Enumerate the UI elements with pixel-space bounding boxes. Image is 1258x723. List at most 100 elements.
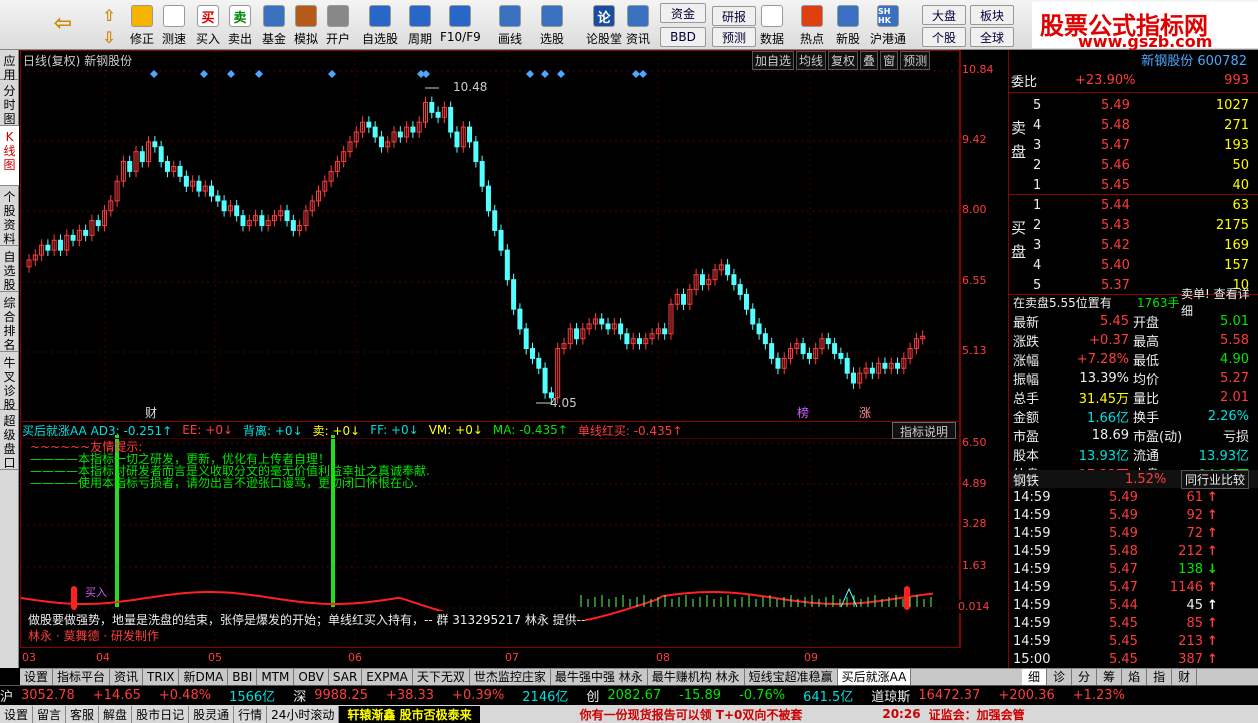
chart-title: 日线(复权) 新钢股份 bbox=[23, 54, 133, 68]
sidebar-tab-label: 分时图 bbox=[3, 84, 16, 126]
bottom-link-0[interactable]: 设置 bbox=[0, 705, 34, 723]
indicator-tab-0[interactable]: 设置 bbox=[20, 669, 54, 685]
indicator-tab-3[interactable]: TRIX bbox=[143, 669, 180, 685]
toolbar-hk-button[interactable]: SH HK 沪港通 bbox=[870, 2, 906, 48]
indicator-tab-15[interactable]: 买后就涨AA bbox=[837, 669, 912, 685]
tick-time: 14:59 bbox=[1013, 633, 1051, 649]
panel-tab-6[interactable]: 财 bbox=[1172, 669, 1198, 685]
tick-volume: 72 bbox=[1186, 525, 1203, 541]
chart-btn-0[interactable]: 加自选 bbox=[752, 51, 795, 70]
toolbar-clock-button[interactable]: 测速 bbox=[162, 2, 186, 48]
indicator-tab-10[interactable]: 天下无双 bbox=[413, 669, 470, 685]
toolbar-single-button[interactable]: 个股 bbox=[922, 27, 966, 47]
indicator-tab-1[interactable]: 指标平台 bbox=[53, 669, 111, 685]
sidebar-tab-3[interactable]: 个股资料 bbox=[0, 186, 19, 246]
bottom-link-5[interactable]: 股灵通 bbox=[189, 705, 235, 723]
toolbar-hammer-button[interactable]: 模拟 bbox=[294, 2, 318, 48]
chart-btn-1[interactable]: 均线 bbox=[796, 51, 827, 70]
tick-price: 5.45 bbox=[1109, 651, 1138, 667]
indicator-tab-2[interactable]: 资讯 bbox=[110, 669, 144, 685]
chart-canvas[interactable]: 10.48 4.05 财 榜 涨 bbox=[20, 51, 961, 649]
toolbar-sell-button[interactable]: 卖卖出 bbox=[228, 2, 252, 48]
toolbar-fire-button[interactable]: 热点 bbox=[800, 2, 824, 48]
toolbar-back-button[interactable]: ⇦ bbox=[48, 2, 78, 48]
news-ticker[interactable]: 轩辕渐鑫 股市否极泰来 bbox=[339, 705, 480, 723]
candle-body bbox=[599, 318, 605, 325]
ask-row: 4 5.48 271 bbox=[1009, 116, 1258, 134]
panel-tab-2[interactable]: 分 bbox=[1072, 669, 1098, 685]
indicator-tab-14[interactable]: 短线宝超准稳赢 bbox=[745, 669, 838, 685]
headline-text[interactable]: 证监会：加强会管 bbox=[929, 706, 1025, 723]
candle-body bbox=[259, 215, 265, 227]
sidebar-tab-0[interactable]: 应用 bbox=[0, 50, 19, 82]
toolbar-pe-button[interactable]: PE 数据 bbox=[760, 2, 784, 48]
candle-body bbox=[378, 136, 384, 148]
bottom-link-4[interactable]: 股市日记 bbox=[132, 705, 190, 723]
toolbar-global-button[interactable]: 全球 bbox=[970, 27, 1014, 47]
toolbar-lock-button[interactable]: 开户 bbox=[326, 2, 350, 48]
forum-icon: 论 bbox=[593, 5, 615, 27]
chart-btn-5[interactable]: 预测 bbox=[900, 51, 931, 70]
sidebar-tab-7[interactable]: 超级盘口 bbox=[0, 410, 19, 470]
kline-chart[interactable]: 10.48 4.05 财 榜 涨 bbox=[20, 50, 961, 649]
ad-text[interactable]: 你有一份现货报告可以领 T+0双向不被套 bbox=[580, 706, 803, 723]
toolbar-forum-button[interactable]: 论论股堂 bbox=[586, 2, 622, 48]
sidebar-tab-6[interactable]: 牛叉诊股 bbox=[0, 352, 19, 412]
fund-icon bbox=[263, 5, 285, 27]
sidebar-tab-2[interactable]: K线图 bbox=[0, 126, 19, 186]
toolbar-sector-button[interactable]: 板块 bbox=[970, 5, 1014, 25]
bottom-link-7[interactable]: 24小时滚动 bbox=[267, 705, 340, 723]
indicator-tab-4[interactable]: 新DMA bbox=[179, 669, 229, 685]
panel-tab-5[interactable]: 指 bbox=[1147, 669, 1173, 685]
panel-tab-0[interactable]: 细 bbox=[1022, 669, 1048, 685]
indicator-tab-13[interactable]: 最牛赚机构 林永 bbox=[648, 669, 745, 685]
toolbar-bbd-button[interactable]: BBD bbox=[660, 27, 706, 47]
indicator-tab-9[interactable]: EXPMA bbox=[362, 669, 413, 685]
panel-tab-1[interactable]: 诊 bbox=[1047, 669, 1073, 685]
indicator-tab-8[interactable]: SAR bbox=[329, 669, 363, 685]
indicator-tab-11[interactable]: 世杰监控庄家 bbox=[470, 669, 551, 685]
toolbar-select-button[interactable]: 选股 bbox=[540, 2, 564, 48]
sidebar-tab-4[interactable]: 自选股 bbox=[0, 246, 19, 292]
toolbar-big-market-button[interactable]: 大盘 bbox=[922, 5, 966, 25]
toolbar-fix-button[interactable]: 修正 bbox=[130, 2, 154, 48]
toolbar-fund-button[interactable]: 基金 bbox=[262, 2, 286, 48]
tick-price: 5.49 bbox=[1109, 507, 1138, 523]
tick-row: 14:59 5.47 138 ↓ bbox=[1009, 560, 1258, 578]
toolbar-news-button[interactable]: 资讯 bbox=[626, 2, 650, 48]
toolbar-f10-button[interactable]: F10/F9 bbox=[440, 2, 481, 48]
toolbar-star-button[interactable]: 自选股 bbox=[362, 2, 398, 48]
month-label-2: 05 bbox=[208, 651, 222, 664]
bottom-link-2[interactable]: 客服 bbox=[66, 705, 100, 723]
panel-tab-4[interactable]: 焰 bbox=[1122, 669, 1148, 685]
sidebar-tab-5[interactable]: 综合排名 bbox=[0, 292, 19, 352]
chart-btn-4[interactable]: 窗 bbox=[880, 51, 899, 70]
indicator-tab-12[interactable]: 最牛强中强 林永 bbox=[551, 669, 648, 685]
tick-up-arrow-icon: ↑ bbox=[1207, 507, 1218, 523]
bid-price: 5.44 bbox=[1101, 197, 1130, 213]
chart-btn-3[interactable]: 叠 bbox=[860, 51, 879, 70]
sidebar-tab-label: 应用 bbox=[3, 54, 16, 82]
chart-btn-2[interactable]: 复权 bbox=[828, 51, 859, 70]
indicator-tab-6[interactable]: MTM bbox=[257, 669, 295, 685]
bottom-link-3[interactable]: 解盘 bbox=[99, 705, 133, 723]
cai-marker: 财 bbox=[145, 406, 157, 420]
toolbar-up-button[interactable]: ⇧ ⇩ bbox=[98, 2, 120, 48]
tick-volume: 387 bbox=[1178, 651, 1203, 667]
bottom-link-6[interactable]: 行情 bbox=[234, 705, 268, 723]
indicator-help-button[interactable]: 指标说明 bbox=[892, 422, 956, 439]
toolbar-forecast-button[interactable]: 预测 bbox=[712, 27, 756, 47]
bottom-link-1[interactable]: 留言 bbox=[33, 705, 67, 723]
peer-compare-button[interactable]: 同行业比较 bbox=[1181, 470, 1250, 489]
toolbar-fund-gold-button[interactable]: 资金 bbox=[660, 3, 706, 23]
stat-value: 4.90 bbox=[1220, 351, 1249, 367]
indicator-tab-5[interactable]: BBI bbox=[228, 669, 258, 685]
toolbar-buy-button[interactable]: 买买入 bbox=[196, 2, 220, 48]
panel-tab-3[interactable]: 筹 bbox=[1097, 669, 1123, 685]
toolbar-cycle-button[interactable]: 周期 bbox=[408, 2, 432, 48]
sidebar-tab-1[interactable]: 分时图 bbox=[0, 80, 19, 126]
toolbar-pen-button[interactable]: 画线 bbox=[498, 2, 522, 48]
toolbar-newstock-button[interactable]: 新股 bbox=[836, 2, 860, 48]
indicator-tab-7[interactable]: OBV bbox=[294, 669, 329, 685]
toolbar-research-button[interactable]: 研报 bbox=[712, 6, 756, 26]
